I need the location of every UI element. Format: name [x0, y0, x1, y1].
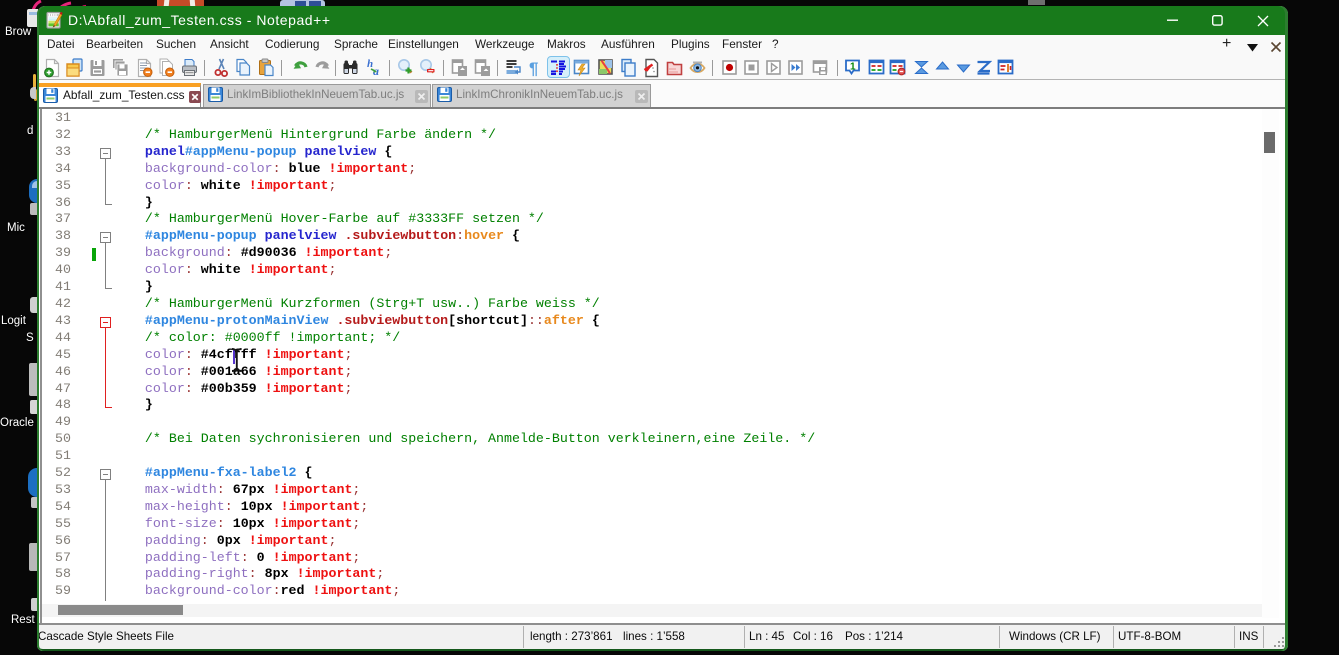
svg-text:¶: ¶	[529, 59, 538, 78]
svg-text:1: 1	[850, 62, 856, 73]
